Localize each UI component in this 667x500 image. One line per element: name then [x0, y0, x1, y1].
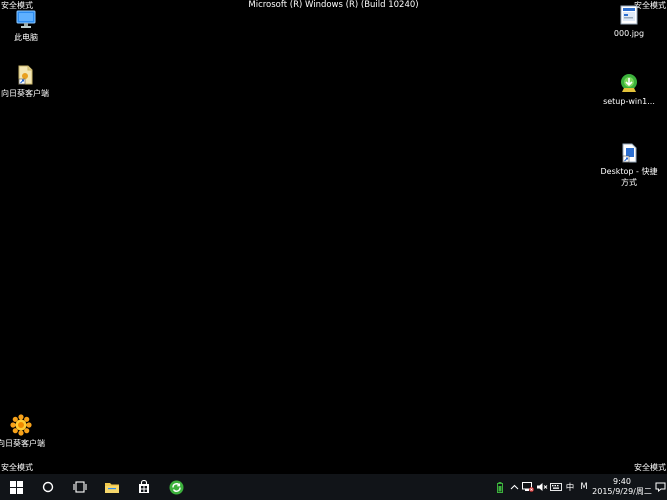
safe-mode-label-bottom-right: 安全模式: [634, 463, 666, 472]
keyboard-icon[interactable]: [549, 474, 563, 500]
desktop-icon-setup-win10[interactable]: setup-win1...: [599, 72, 659, 107]
desktop-icon-sunflower-client[interactable]: 向日葵客户端: [0, 414, 51, 449]
speaker-muted-icon[interactable]: [535, 474, 549, 500]
ime-mode-indicator[interactable]: M: [577, 482, 591, 492]
store-bag-icon: [139, 480, 149, 493]
setup-installer-icon: [618, 72, 640, 94]
file-explorer-button[interactable]: [96, 474, 128, 500]
desktop-icon-label: 向日葵客户端: [0, 439, 45, 448]
sunflower-icon: [10, 414, 32, 436]
search-button[interactable]: [32, 474, 64, 500]
show-hidden-icons-chevron-icon[interactable]: [507, 474, 521, 500]
task-view-icon: [73, 481, 87, 493]
desktop-icon-label: setup-win1...: [603, 97, 655, 106]
clock[interactable]: 9:40 2015/9/29/周二: [591, 477, 653, 497]
green-refresh-icon: [169, 480, 183, 494]
desktop-icon-desktop-shortcut[interactable]: Desktop - 快捷方式: [599, 142, 659, 188]
clock-date: 2015/9/29/周二: [592, 487, 652, 496]
network-disconnected-icon[interactable]: [521, 474, 535, 500]
folder-icon: [105, 482, 119, 493]
store-button[interactable]: [128, 474, 160, 500]
system-tray: 中 M 9:40 2015/9/29/周二: [493, 474, 667, 500]
windows-build-title: Microsoft (R) Windows (R) (Build 10240): [248, 0, 419, 10]
cortana-circle-icon: [42, 481, 54, 493]
desktop-icon-sunflower-client-file[interactable]: 向日葵客户端: [0, 64, 55, 99]
image-file-icon: [618, 4, 640, 26]
desktop-icon-000-jpg[interactable]: 000.jpg: [599, 4, 659, 39]
windows-logo-icon: [9, 480, 23, 494]
battery-icon[interactable]: [493, 474, 507, 500]
safe-mode-label-bottom-left: 安全模式: [1, 463, 33, 472]
app-button[interactable]: [160, 474, 192, 500]
desktop-icon-this-pc[interactable]: 此电脑: [0, 8, 56, 43]
task-view-button[interactable]: [64, 474, 96, 500]
taskbar: 中 M 9:40 2015/9/29/周二: [0, 474, 667, 500]
desktop-icon-label: 向日葵客户端: [1, 89, 49, 98]
shortcut-icon: [618, 142, 640, 164]
this-pc-icon: [15, 8, 37, 30]
file-shortcut-icon: [14, 64, 36, 86]
ime-language-indicator[interactable]: 中: [563, 481, 577, 493]
start-button[interactable]: [0, 474, 32, 500]
clock-time: 9:40: [613, 477, 631, 486]
notification-center-icon[interactable]: [653, 474, 667, 500]
desktop-icon-label: 000.jpg: [613, 29, 645, 38]
desktop-icon-label: 此电脑: [14, 33, 38, 42]
desktop-icon-label: Desktop - 快捷方式: [600, 167, 658, 187]
